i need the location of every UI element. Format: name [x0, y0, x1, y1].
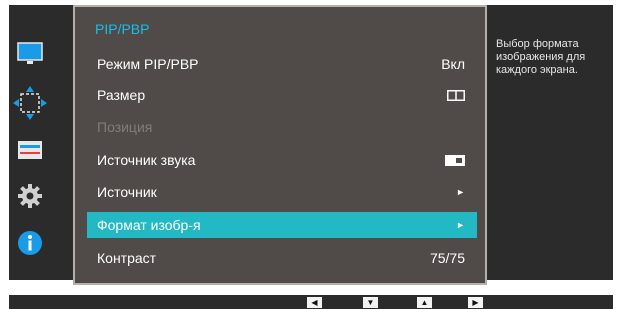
gear-icon[interactable] [16, 182, 44, 210]
menu-item-label: Источник звука [97, 152, 196, 168]
menu-item-source[interactable]: Источник ► [87, 179, 477, 205]
menu-item-position: Позиция [87, 114, 477, 140]
menu-item-label: Позиция [97, 119, 153, 135]
size-position-icon[interactable] [12, 85, 48, 121]
menu-item-size[interactable]: Размер [87, 82, 477, 108]
info-icon[interactable] [16, 229, 44, 257]
menu-title: PIP/PBP [95, 21, 150, 37]
menu-item-label: Контраст [97, 250, 157, 266]
settings-bar-icon[interactable] [16, 137, 44, 165]
left-arrow-button[interactable]: ◀ [307, 297, 322, 308]
monitor-icon[interactable] [16, 40, 44, 68]
pbp-split-icon [447, 89, 465, 101]
menu-item-label: Формат изобр-я [97, 217, 201, 233]
submenu-arrow-icon: ► [456, 187, 465, 197]
up-arrow-button[interactable]: ▲ [417, 297, 432, 308]
menu-item-label: Режим PIP/PBP [97, 56, 199, 72]
sound-source-icon [445, 154, 465, 166]
menu-item-sound-source[interactable]: Источник звука [87, 147, 477, 173]
menu-item-value: Вкл [441, 56, 465, 72]
menu-item-pip-pbp-mode[interactable]: Режим PIP/PBP Вкл [87, 51, 477, 77]
help-description: Выбор формата изображения для каждого эк… [496, 38, 586, 76]
menu-item-value: 75/75 [429, 250, 465, 266]
menu-item-label: Размер [97, 87, 146, 103]
menu-item-contrast[interactable]: Контраст 75/75 [87, 245, 477, 271]
submenu-arrow-icon: ► [456, 220, 465, 230]
menu-item-picture-format[interactable]: Формат изобр-я ► [87, 212, 477, 238]
right-arrow-button[interactable]: ▶ [468, 297, 483, 308]
navigation-bar: ◀ ▼ ▲ ▶ [9, 295, 613, 309]
menu-item-label: Источник [97, 184, 157, 200]
pip-pbp-menu: PIP/PBP Режим PIP/PBP Вкл Размер Позиция… [73, 5, 487, 285]
down-arrow-button[interactable]: ▼ [363, 297, 378, 308]
